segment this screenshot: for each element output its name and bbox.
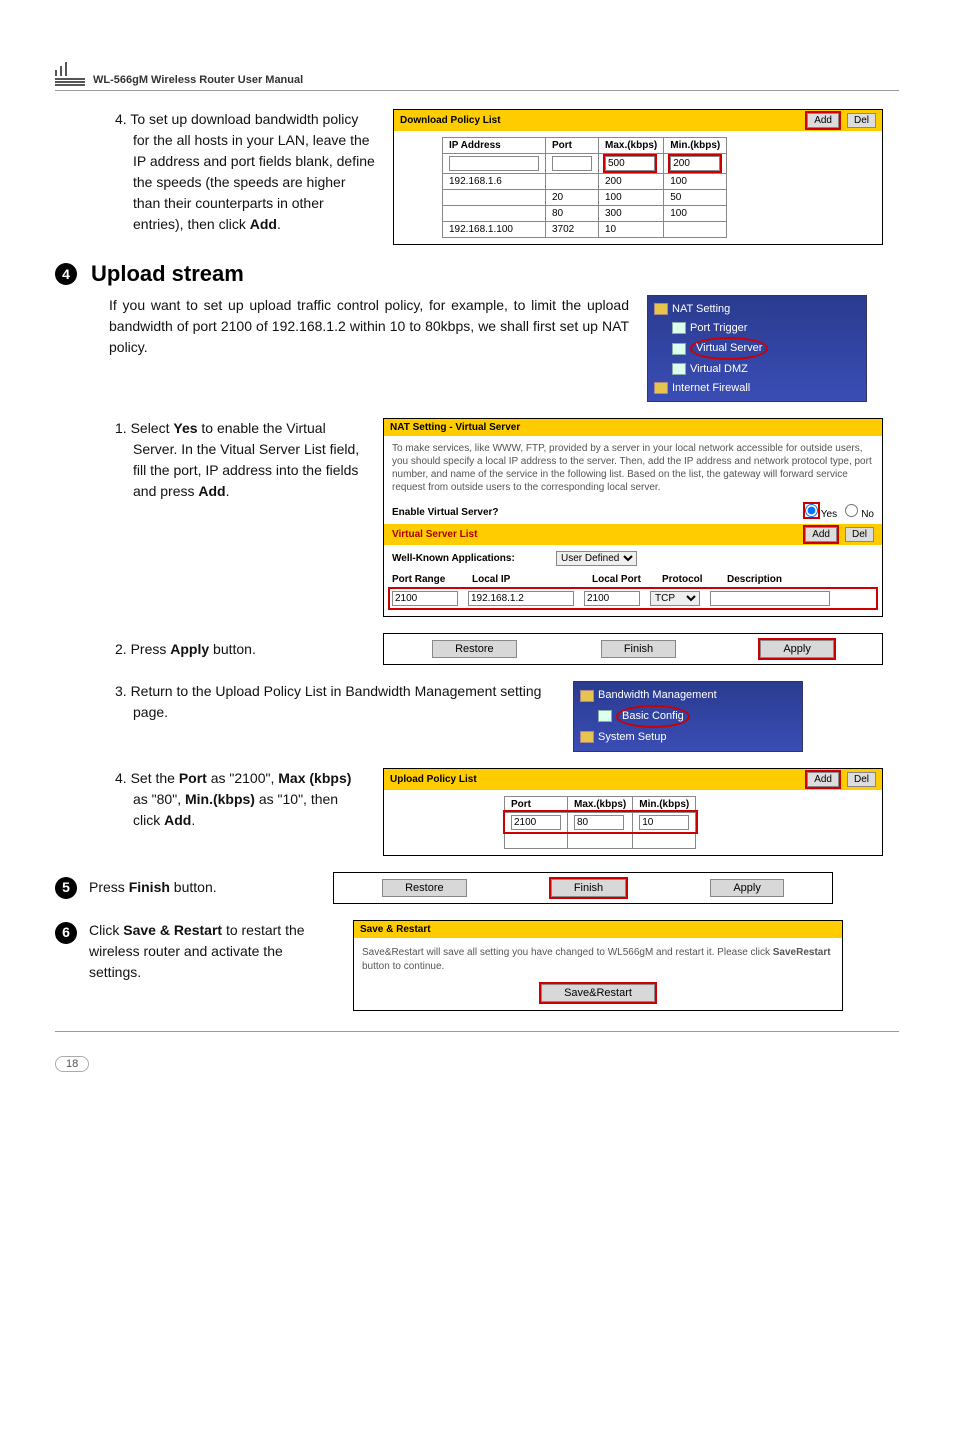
page-icon (598, 710, 612, 722)
page-icon (672, 322, 686, 334)
table-input-row (505, 812, 696, 832)
upload-policy-table: Port Max.(kbps) Min.(kbps) (504, 796, 696, 849)
port-range-input[interactable] (392, 591, 458, 606)
port-input[interactable] (511, 815, 561, 830)
step-upload-4: 4. Set the Port as "2100", Max (kbps) as… (115, 768, 365, 831)
step-badge-4: 4 (55, 263, 77, 285)
del-button[interactable]: Del (847, 772, 876, 787)
step-badge-5: 5 (55, 877, 77, 899)
section-upload-stream: 4 Upload stream (55, 261, 899, 287)
manual-header: WL-566gM Wireless Router User Manual (55, 60, 899, 91)
page-icon (672, 363, 686, 375)
nav-item-port-trigger[interactable]: Port Trigger (654, 319, 860, 338)
step-6: 6 Click Save & Restart to restart the wi… (55, 920, 335, 983)
nav-tree-nat: NAT Setting Port Trigger Virtual Server … (647, 295, 867, 402)
panel-title: Download Policy List (400, 115, 501, 126)
step-badge-6: 6 (55, 922, 77, 944)
nav-item-system-setup[interactable]: System Setup (580, 728, 796, 747)
panel-title: Save & Restart (354, 921, 842, 938)
antenna-icon (55, 60, 85, 86)
step-upload-3: 3. Return to the Upload Policy List in B… (115, 681, 555, 723)
finish-button[interactable]: Finish (601, 640, 676, 658)
max-input[interactable] (574, 815, 624, 830)
step-upload-2: 2. Press Apply button. (115, 639, 365, 660)
nav-item-nat-setting[interactable]: NAT Setting (654, 300, 860, 319)
local-ip-input[interactable] (468, 591, 574, 606)
footer-divider (55, 1031, 899, 1032)
save-restart-button[interactable]: Save&Restart (541, 984, 655, 1002)
enable-vs-label: Enable Virtual Server? (392, 507, 499, 518)
local-port-input[interactable] (584, 591, 640, 606)
step-download-4: 4. To set up download bandwidth policy f… (115, 109, 375, 235)
folder-icon (654, 303, 668, 315)
folder-icon (580, 731, 594, 743)
min-input[interactable] (670, 156, 720, 171)
panel-title: Upload Policy List (390, 774, 477, 785)
panel-title: NAT Setting - Virtual Server (390, 422, 520, 433)
restore-button[interactable]: Restore (432, 640, 517, 658)
add-button[interactable]: Add (807, 113, 839, 128)
actions-bar-2: Restore Finish Apply (333, 872, 833, 904)
ip-input[interactable] (449, 156, 539, 171)
radio-yes[interactable]: Yes (805, 509, 837, 520)
upload-intro-text: If you want to set up upload traffic con… (109, 295, 629, 358)
port-input[interactable] (552, 156, 592, 171)
manual-title: WL-566gM Wireless Router User Manual (93, 74, 303, 86)
apply-button[interactable]: Apply (710, 879, 784, 897)
table-input-row (443, 154, 727, 174)
download-policy-table: IP Address Port Max.(kbps) Min.(kbps) 19… (442, 137, 727, 238)
nav-item-basic-config[interactable]: Basic Config (580, 705, 796, 728)
nat-intro-text: To make services, like WWW, FTP, provide… (384, 436, 882, 500)
nav-tree-bandwidth: Bandwidth Management Basic Config System… (573, 681, 803, 751)
finish-button[interactable]: Finish (551, 879, 626, 897)
min-input[interactable] (639, 815, 689, 830)
del-button[interactable]: Del (847, 113, 876, 128)
radio-no[interactable]: No (845, 509, 874, 520)
step-upload-1: 1. Select Yes to enable the Virtual Serv… (115, 418, 365, 502)
page-icon (672, 343, 686, 355)
folder-icon (580, 690, 594, 702)
nat-virtual-server-panel: NAT Setting - Virtual Server To make ser… (383, 418, 883, 617)
step-5: 5 Press Finish button. (55, 877, 315, 899)
nav-item-bandwidth-mgmt[interactable]: Bandwidth Management (580, 686, 796, 705)
well-known-label: Well-Known Applications: (392, 553, 552, 564)
del-button[interactable]: Del (845, 527, 874, 542)
add-button[interactable]: Add (805, 527, 837, 542)
apply-button[interactable]: Apply (760, 640, 834, 658)
table-row: 192.168.1.6200100 (443, 174, 727, 190)
download-policy-panel: Download Policy List Add Del IP Address … (393, 109, 883, 245)
protocol-select[interactable]: TCP (650, 591, 700, 606)
save-restart-panel: Save & Restart Save&Restart will save al… (353, 920, 843, 1011)
max-input[interactable] (605, 156, 655, 171)
table-row: 80300100 (443, 206, 727, 222)
table-row: 192.168.1.100370210 (443, 222, 727, 238)
nav-item-virtual-dmz[interactable]: Virtual DMZ (654, 360, 860, 379)
well-known-select[interactable]: User Defined (556, 551, 637, 566)
folder-icon (654, 382, 668, 394)
table-row: 2010050 (443, 190, 727, 206)
restore-button[interactable]: Restore (382, 879, 467, 897)
nav-item-internet-firewall[interactable]: Internet Firewall (654, 379, 860, 398)
actions-bar: Restore Finish Apply (383, 633, 883, 665)
upload-policy-panel: Upload Policy List Add Del Port Max.(kbp… (383, 768, 883, 856)
page-number: 18 (55, 1056, 89, 1072)
vs-list-title: Virtual Server List (392, 529, 477, 540)
add-button[interactable]: Add (807, 772, 839, 787)
nav-item-virtual-server[interactable]: Virtual Server (654, 337, 860, 360)
description-input[interactable] (710, 591, 830, 606)
